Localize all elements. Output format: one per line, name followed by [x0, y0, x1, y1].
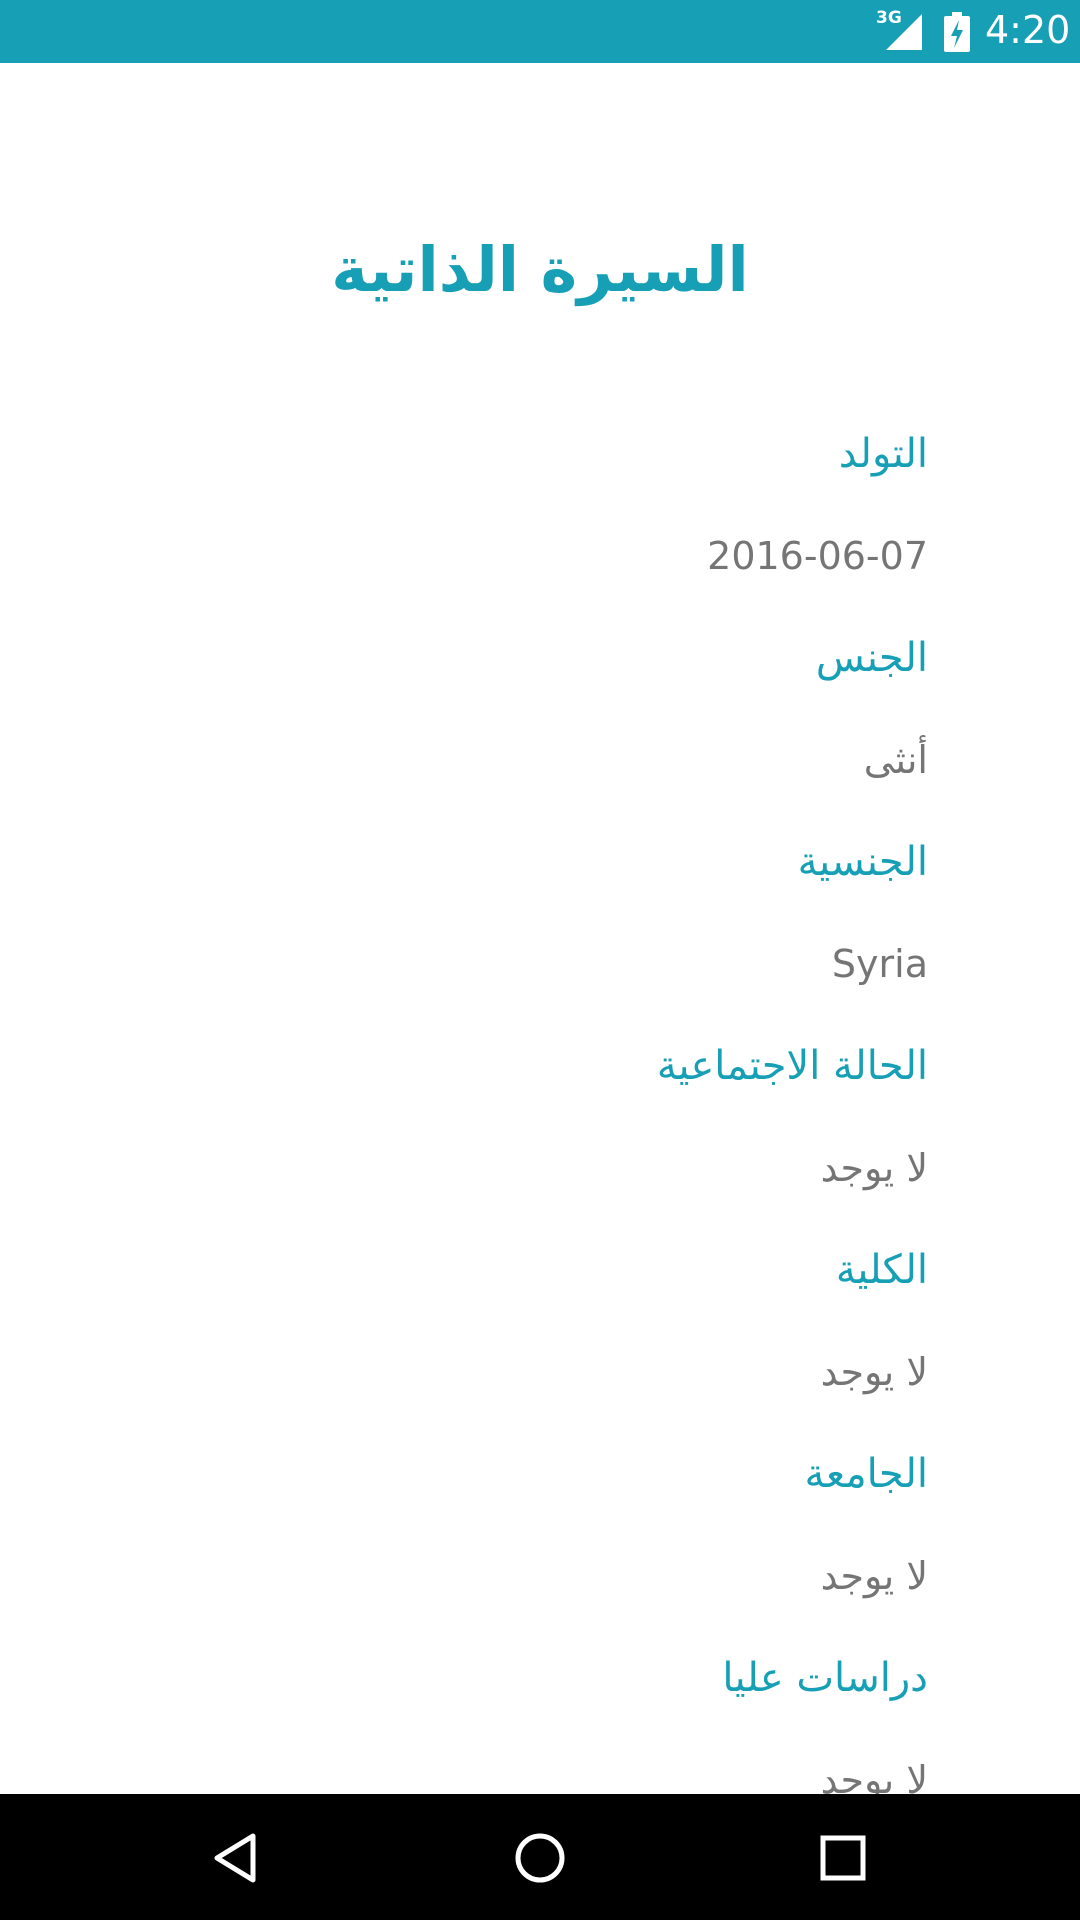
battery-charging-icon	[944, 12, 970, 52]
field-value: لا يوجد	[820, 1350, 928, 1394]
field-faculty: الكلية لا يوجد	[128, 1219, 928, 1423]
status-bar: 3G 4:20	[0, 0, 1080, 63]
status-clock: 4:20	[985, 8, 1071, 52]
field-university: الجامعة لا يوجد	[128, 1423, 928, 1627]
field-birthdate: التولد 2016-06-07	[128, 403, 928, 607]
field-label: الحالة الاجتماعية	[656, 1043, 928, 1089]
network-indicator: 3G	[876, 8, 922, 52]
signal-icon	[886, 14, 922, 50]
back-button[interactable]	[197, 1820, 273, 1896]
screen: 3G 4:20 السيرة الذاتية التولد 2016-06-07…	[0, 0, 1080, 1920]
field-label: الجنسية	[797, 839, 928, 885]
field-marital-status: الحالة الاجتماعية لا يوجد	[128, 1015, 928, 1219]
field-label: التولد	[838, 431, 928, 477]
field-value: لا يوجد	[820, 1758, 928, 1794]
field-label: الجامعة	[804, 1451, 928, 1497]
home-button[interactable]	[502, 1820, 578, 1896]
field-label: الكلية	[835, 1247, 928, 1293]
field-value: لا يوجد	[820, 1554, 928, 1598]
page-title: السيرة الذاتية	[331, 233, 749, 306]
field-postgraduate: دراسات عليا لا يوجد	[128, 1627, 928, 1794]
field-value: أنثى	[863, 738, 928, 782]
profile-fields: التولد 2016-06-07 الجنس أنثى الجنسية Syr…	[128, 403, 928, 1794]
field-value: 2016-06-07	[707, 534, 928, 578]
navigation-bar	[0, 1794, 1080, 1920]
field-gender: الجنس أنثى	[128, 607, 928, 811]
field-nationality: الجنسية Syria	[128, 811, 928, 1015]
field-value: لا يوجد	[820, 1146, 928, 1190]
home-icon	[515, 1833, 565, 1883]
field-value: Syria	[831, 942, 928, 986]
field-label: الجنس	[815, 635, 928, 681]
back-icon	[214, 1833, 256, 1883]
field-label: دراسات عليا	[722, 1655, 928, 1701]
recents-button[interactable]	[805, 1820, 881, 1896]
profile-content[interactable]: السيرة الذاتية التولد 2016-06-07 الجنس أ…	[0, 63, 1080, 1794]
recents-icon	[820, 1835, 866, 1881]
